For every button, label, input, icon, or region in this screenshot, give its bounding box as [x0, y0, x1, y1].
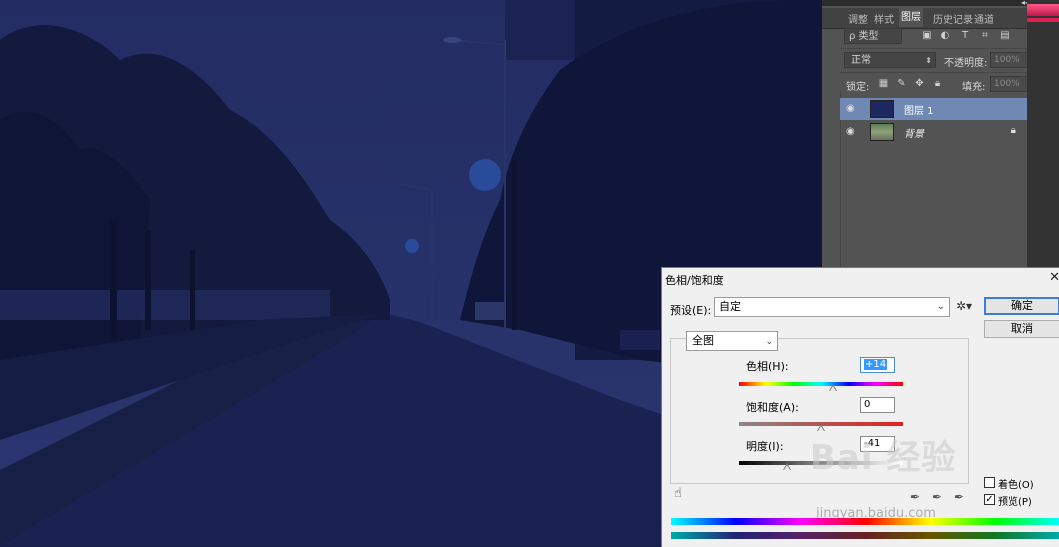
close-icon[interactable]: ✕: [1049, 270, 1059, 285]
output-color-bar: [671, 532, 1059, 539]
tab-layers[interactable]: 图层: [899, 8, 923, 27]
lock-position-icon[interactable]: ✥: [914, 78, 925, 89]
layer-row-background[interactable]: ◉ 背景 🔒︎: [840, 121, 1028, 143]
layer-row-layer1[interactable]: ◉ 图层 1: [840, 98, 1028, 120]
tab-history[interactable]: 历史记录: [933, 11, 973, 26]
hue-saturation-dialog: 色相/饱和度 ✕ 预设(E): 自定 ⌄ ✲▾ 确定 取消 全图 ⌄ 色相(H)…: [661, 267, 1059, 547]
colorize-checkbox[interactable]: [984, 477, 995, 488]
tab-channels[interactable]: 通道: [974, 11, 994, 26]
preview-label: 预览(P): [998, 497, 1032, 508]
cancel-button[interactable]: 取消: [984, 320, 1059, 338]
fill-label: 填充:: [962, 82, 986, 93]
lock-all-icon[interactable]: 🔒︎: [932, 78, 943, 89]
eye-icon[interactable]: ◉: [846, 127, 858, 137]
preview-checkbox[interactable]: ✓: [984, 494, 995, 505]
range-select[interactable]: 全图 ⌄: [686, 331, 778, 351]
opacity-label: 不透明度:: [944, 58, 988, 69]
range-value: 全图: [692, 334, 714, 347]
saturation-value: 0: [864, 399, 871, 410]
filter-adjustment-icon[interactable]: ◐: [940, 31, 950, 41]
chevron-down-icon: ⌄: [936, 301, 945, 312]
preset-select[interactable]: 自定 ⌄: [714, 297, 950, 317]
layer-name[interactable]: 背景: [904, 125, 924, 140]
saturation-label: 饱和度(A):: [746, 401, 799, 414]
layer-thumbnail: [870, 100, 894, 118]
hue-slider-thumb[interactable]: [829, 384, 837, 391]
fill-value: 100%: [994, 79, 1020, 89]
color-swatch-secondary[interactable]: [1027, 18, 1059, 22]
lightness-label: 明度(I):: [746, 440, 784, 453]
lock-brush-icon[interactable]: ✎: [896, 78, 907, 89]
input-color-bar: [671, 518, 1059, 525]
hue-value: +14: [864, 359, 888, 370]
saturation-input[interactable]: 0: [860, 397, 895, 413]
watermark-logo: Bai 经验: [810, 438, 957, 478]
opacity-value: 100%: [994, 55, 1020, 65]
layer-filter-select[interactable]: ρ 类型: [844, 28, 902, 44]
lock-label: 锁定:: [846, 82, 870, 93]
hand-adjust-icon[interactable]: ☝︎: [674, 486, 682, 501]
eyedropper-plus-icon[interactable]: ✒: [932, 490, 942, 504]
eyedropper-icon[interactable]: ✒: [910, 490, 920, 504]
preset-value: 自定: [719, 300, 741, 313]
divider: [840, 72, 1045, 73]
hue-input[interactable]: +14: [860, 357, 895, 373]
lock-icon: 🔒︎: [1010, 125, 1016, 136]
lightness-slider-thumb[interactable]: [783, 463, 791, 470]
preset-label: 预设(E):: [670, 304, 712, 317]
panel-top-strip: [822, 0, 1048, 6]
tab-adjustments[interactable]: 调整: [848, 11, 868, 26]
layer-name[interactable]: 图层 1: [904, 102, 934, 117]
blend-mode-value: 正常: [851, 55, 871, 66]
updown-arrows-icon: ⬍: [925, 56, 932, 65]
blend-mode-select[interactable]: 正常 ⬍: [844, 52, 936, 68]
filter-smart-object-icon[interactable]: ▤: [1000, 31, 1010, 41]
divider: [840, 48, 1045, 49]
filter-type-icon[interactable]: T: [960, 31, 970, 41]
filter-pixel-icon[interactable]: ▣: [922, 31, 932, 41]
eyedropper-minus-icon[interactable]: ✒: [954, 490, 964, 504]
layer-thumbnail: [870, 123, 894, 141]
chevron-down-icon: ⌄: [765, 337, 773, 347]
lock-transparent-icon[interactable]: ▦: [878, 78, 889, 89]
panel-tabs: 调整 样式 图层 历史记录 通道 ▾≡: [822, 8, 1048, 29]
colorize-label: 着色(O): [998, 480, 1034, 491]
dialog-title: 色相/饱和度: [665, 274, 724, 287]
eye-icon[interactable]: ◉: [846, 104, 858, 114]
hue-label: 色相(H):: [746, 360, 789, 373]
color-swatch[interactable]: [1027, 4, 1059, 16]
filter-shape-icon[interactable]: ⌗: [980, 31, 990, 41]
gear-icon[interactable]: ✲▾: [956, 299, 972, 313]
ok-button[interactable]: 确定: [984, 297, 1059, 315]
tab-styles[interactable]: 样式: [874, 11, 894, 26]
hue-slider-track[interactable]: [739, 382, 903, 386]
